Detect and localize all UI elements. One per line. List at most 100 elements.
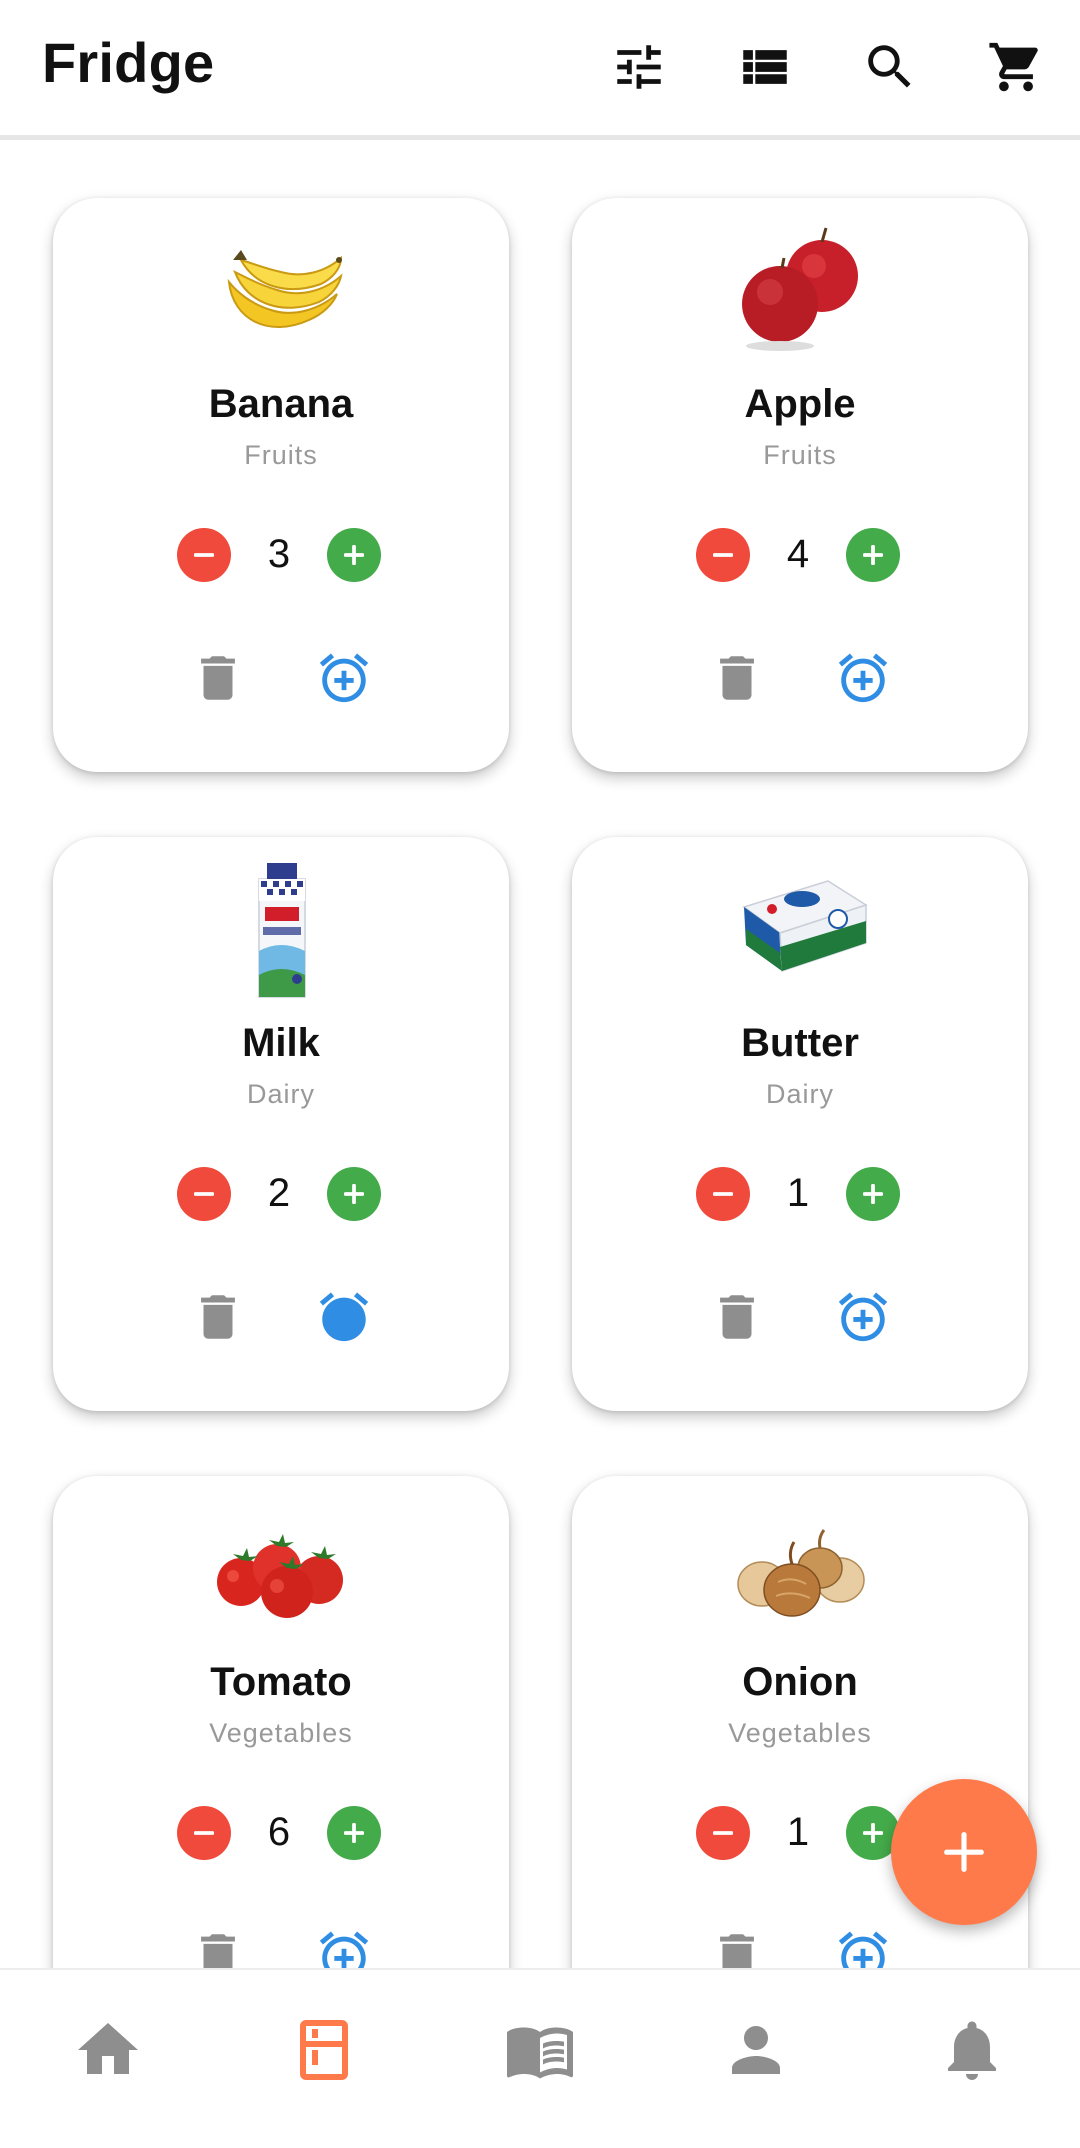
view-list-button[interactable] <box>732 34 798 100</box>
item-name: Milk <box>242 1021 320 1065</box>
add-alarm-icon <box>838 1931 888 1968</box>
add-alarm-button[interactable] <box>312 1285 376 1349</box>
item-card[interactable]: Butter Dairy 1 <box>572 837 1028 1411</box>
item-image-apple <box>730 220 870 360</box>
fridge-icon <box>300 2020 348 2080</box>
nav-home[interactable] <box>68 2010 148 2090</box>
item-category: Fruits <box>763 440 837 470</box>
item-name: Banana <box>208 382 354 426</box>
nav-profile[interactable] <box>716 2010 796 2090</box>
nav-notifications[interactable] <box>932 2010 1012 2090</box>
bell-icon <box>948 2021 996 2080</box>
quantity-stepper: 4 <box>572 528 1028 584</box>
item-name: Apple <box>744 382 856 426</box>
add-item-fab[interactable] <box>891 1779 1037 1925</box>
quantity-stepper: 1 <box>572 1167 1028 1223</box>
book-icon <box>507 2027 573 2079</box>
nav-fridge[interactable] <box>284 2010 364 2090</box>
item-card[interactable]: Tomato Vegetables 6 <box>53 1476 509 1968</box>
quantity-value: 2 <box>267 1171 291 1215</box>
item-category: Fruits <box>244 440 318 470</box>
filter-button[interactable] <box>606 34 672 100</box>
trash-icon <box>201 656 235 700</box>
item-image-milk-carton <box>211 859 351 999</box>
delete-button[interactable] <box>705 646 769 710</box>
decrease-quantity-button[interactable] <box>177 1167 231 1221</box>
search-icon <box>868 45 911 88</box>
item-card[interactable]: Banana Fruits 3 <box>53 198 509 772</box>
quantity-stepper: 6 <box>53 1806 509 1862</box>
delete-button[interactable] <box>705 1285 769 1349</box>
add-alarm-button[interactable] <box>831 1285 895 1349</box>
increase-quantity-button[interactable] <box>327 1806 381 1860</box>
add-alarm-icon <box>319 653 369 703</box>
item-category: Dairy <box>765 1079 834 1109</box>
cart-button[interactable] <box>983 34 1049 100</box>
page-title: Fridge <box>42 31 215 94</box>
nav-recipes[interactable] <box>500 2010 580 2090</box>
trash-icon <box>720 1934 754 1968</box>
item-image-onions <box>730 1498 870 1638</box>
increase-quantity-button[interactable] <box>846 528 900 582</box>
item-name: Onion <box>742 1660 858 1704</box>
plus-icon <box>863 1823 883 1843</box>
trash-icon <box>720 1295 754 1339</box>
minus-icon <box>713 1831 733 1835</box>
cart-icon <box>989 42 1038 92</box>
add-alarm-button[interactable] <box>831 646 895 710</box>
quantity-value: 1 <box>786 1171 810 1215</box>
delete-button[interactable] <box>186 1924 250 1968</box>
increase-quantity-button[interactable] <box>327 1167 381 1221</box>
increase-quantity-button[interactable] <box>327 528 381 582</box>
decrease-quantity-button[interactable] <box>696 1167 750 1221</box>
plus-icon <box>344 1823 364 1843</box>
fridge-items-grid[interactable]: Banana Fruits 3 Apple Fruits 4 Milk Dair… <box>0 145 1080 1968</box>
app-bar: Fridge <box>0 0 1080 140</box>
plus-icon <box>863 1184 883 1204</box>
item-image-tomatoes <box>211 1498 351 1638</box>
minus-icon <box>194 1192 214 1196</box>
increase-quantity-button[interactable] <box>846 1167 900 1221</box>
item-name: Butter <box>741 1021 859 1065</box>
minus-icon <box>713 1192 733 1196</box>
delete-button[interactable] <box>186 646 250 710</box>
add-alarm-button[interactable] <box>831 1924 895 1968</box>
add-alarm-icon <box>838 1292 888 1342</box>
minus-icon <box>194 1831 214 1835</box>
decrease-quantity-button[interactable] <box>696 528 750 582</box>
decrease-quantity-button[interactable] <box>696 1806 750 1860</box>
item-image-banana <box>211 220 351 360</box>
plus-icon <box>344 545 364 565</box>
plus-icon <box>944 1832 984 1872</box>
item-name: Tomato <box>210 1660 352 1704</box>
add-alarm-icon <box>319 1292 369 1342</box>
quantity-value: 3 <box>267 532 291 576</box>
quantity-value: 6 <box>267 1810 291 1854</box>
item-category: Vegetables <box>728 1718 872 1748</box>
item-card[interactable]: Milk Dairy 2 <box>53 837 509 1411</box>
home-icon <box>78 2023 138 2074</box>
decrease-quantity-button[interactable] <box>177 1806 231 1860</box>
quantity-stepper: 2 <box>53 1167 509 1223</box>
delete-button[interactable] <box>705 1924 769 1968</box>
trash-icon <box>720 656 754 700</box>
person-icon <box>732 2026 780 2074</box>
decrease-quantity-button[interactable] <box>177 528 231 582</box>
quantity-value: 4 <box>786 532 810 576</box>
plus-icon <box>863 545 883 565</box>
view-list-icon <box>743 50 787 84</box>
add-alarm-icon <box>319 1931 369 1968</box>
add-alarm-button[interactable] <box>312 646 376 710</box>
item-category: Vegetables <box>209 1718 353 1748</box>
filter-icon <box>617 45 661 89</box>
minus-icon <box>194 553 214 557</box>
bottom-navigation <box>0 1968 1080 2148</box>
quantity-stepper: 3 <box>53 528 509 584</box>
quantity-value: 1 <box>786 1810 810 1854</box>
delete-button[interactable] <box>186 1285 250 1349</box>
add-alarm-button[interactable] <box>312 1924 376 1968</box>
search-button[interactable] <box>857 34 923 100</box>
plus-icon <box>344 1184 364 1204</box>
add-alarm-icon <box>838 653 888 703</box>
item-card[interactable]: Apple Fruits 4 <box>572 198 1028 772</box>
